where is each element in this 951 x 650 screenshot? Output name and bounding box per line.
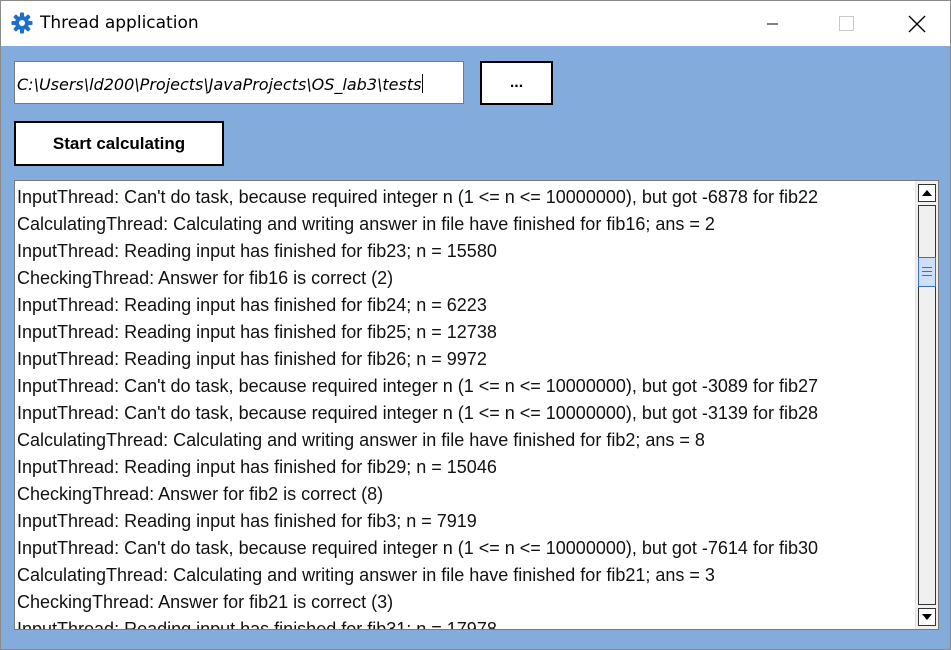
title-bar[interactable]: Thread application [1, 1, 950, 46]
scroll-up-button[interactable] [918, 184, 936, 202]
log-line: CalculatingThread: Calculating and writi… [17, 430, 705, 450]
arrow-down-icon [922, 614, 932, 620]
log-lines: InputThread: Can't do task, because requ… [17, 184, 912, 630]
log-line: InputThread: Reading input has finished … [17, 322, 497, 342]
minimize-icon [767, 23, 778, 24]
log-line: InputThread: Can't do task, because requ… [17, 538, 818, 558]
log-line: CheckingThread: Answer for fib16 is corr… [17, 268, 394, 288]
log-line: InputThread: Can't do task, because requ… [17, 403, 818, 423]
scroll-down-button[interactable] [918, 608, 936, 626]
start-button-label: Start calculating [52, 133, 186, 153]
arrow-up-icon [922, 190, 932, 196]
close-button[interactable] [894, 1, 940, 46]
vertical-scrollbar[interactable] [915, 181, 938, 629]
log-line: InputThread: Reading input has finished … [17, 295, 487, 315]
gear-icon [11, 12, 33, 34]
window-title: Thread application [40, 13, 199, 33]
log-line: InputThread: Can't do task, because requ… [17, 187, 818, 207]
app-window: Thread application C:\Users\ld200\Projec… [0, 0, 951, 650]
browse-button[interactable]: ... [480, 61, 553, 105]
log-line: InputThread: Reading input has finished … [17, 511, 477, 531]
log-line: CalculatingThread: Calculating and writi… [17, 214, 715, 234]
log-line: CheckingThread: Answer for fib2 is corre… [17, 484, 384, 504]
log-text-area[interactable]: InputThread: Can't do task, because requ… [14, 180, 939, 630]
browse-button-label: ... [509, 74, 524, 91]
scroll-thumb[interactable] [918, 257, 936, 287]
path-input[interactable] [14, 61, 464, 104]
minimize-button[interactable] [750, 1, 796, 46]
log-line: InputThread: Reading input has finished … [17, 241, 497, 261]
log-line: InputThread: Reading input has finished … [17, 457, 497, 477]
log-line: InputThread: Can't do task, because requ… [17, 376, 818, 396]
log-line: InputThread: Reading input has finished … [17, 619, 497, 630]
close-icon [908, 15, 926, 32]
maximize-icon [839, 15, 854, 31]
log-line: CheckingThread: Answer for fib21 is corr… [17, 592, 394, 612]
log-line: InputThread: Reading input has finished … [17, 349, 487, 369]
log-line: CalculatingThread: Calculating and writi… [17, 565, 715, 585]
start-calculating-button[interactable]: Start calculating [14, 121, 224, 166]
maximize-button[interactable] [824, 1, 870, 46]
